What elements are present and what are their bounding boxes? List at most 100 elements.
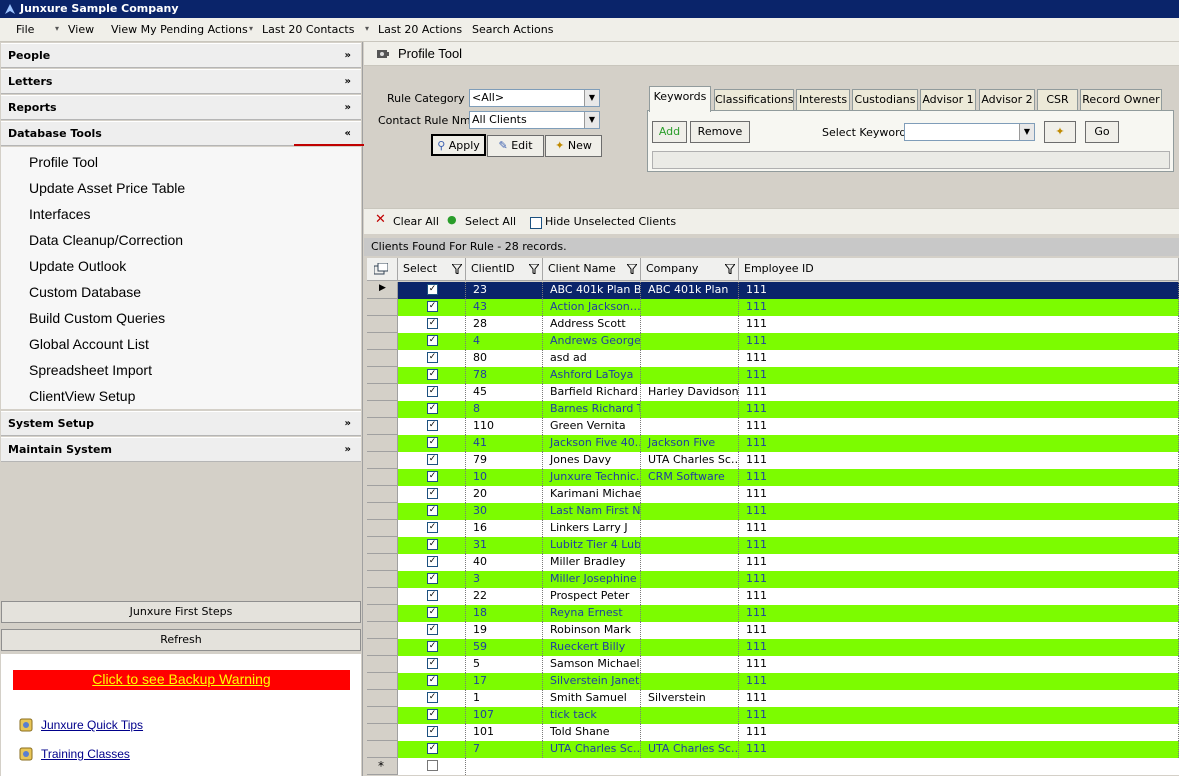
row-header[interactable] <box>367 554 398 571</box>
row-header[interactable] <box>367 724 398 741</box>
select-checkbox[interactable]: ✓ <box>427 522 438 533</box>
new-row[interactable]: * <box>367 758 1179 775</box>
clear-all-button[interactable]: Clear All <box>393 215 439 228</box>
column-chooser[interactable] <box>367 258 398 281</box>
nav-item-data-cleanup[interactable]: Data Cleanup/Correction <box>29 232 183 248</box>
nav-section-reports[interactable]: Reports » <box>1 95 361 120</box>
select-checkbox[interactable]: ✓ <box>427 726 438 737</box>
cell-select[interactable]: ✓ <box>398 656 466 673</box>
rule-category-select[interactable]: <All> ▼ <box>469 89 600 107</box>
row-header[interactable] <box>367 605 398 622</box>
select-checkbox[interactable]: ✓ <box>427 352 438 363</box>
select-checkbox[interactable]: ✓ <box>427 539 438 550</box>
quick-tips-link[interactable]: Junxure Quick Tips <box>41 718 143 732</box>
nav-item-spreadsheet-import[interactable]: Spreadsheet Import <box>29 362 152 378</box>
cell-select[interactable]: ✓ <box>398 503 466 520</box>
cell-select[interactable]: ✓ <box>398 299 466 316</box>
table-row[interactable]: ✓ 19 Robinson Mark 111 <box>367 622 1179 639</box>
row-header[interactable] <box>367 741 398 758</box>
table-row[interactable]: ✓ 31Lubitz Tier 4 Lub… 111 <box>367 537 1179 554</box>
nav-item-global-account-list[interactable]: Global Account List <box>29 336 149 352</box>
backup-warning-link[interactable]: Click to see Backup Warning <box>13 670 350 690</box>
row-header[interactable] <box>367 452 398 469</box>
cell-select[interactable]: ✓ <box>398 435 466 452</box>
table-row[interactable]: ✓ 4 Andrews George 111 <box>367 333 1179 350</box>
select-checkbox[interactable]: ✓ <box>427 743 438 754</box>
first-steps-button[interactable]: Junxure First Steps <box>1 601 361 623</box>
row-header[interactable] <box>367 418 398 435</box>
filter-icon[interactable] <box>529 264 539 274</box>
cell-select[interactable]: ✓ <box>398 418 466 435</box>
select-checkbox[interactable]: ✓ <box>427 369 438 380</box>
select-checkbox[interactable]: ✓ <box>427 403 438 414</box>
refresh-button[interactable]: Refresh <box>1 629 361 651</box>
menu-view[interactable]: View <box>68 23 94 36</box>
row-header[interactable] <box>367 622 398 639</box>
select-checkbox[interactable]: ✓ <box>427 335 438 346</box>
tab-advisor-1[interactable]: Advisor 1 <box>920 89 976 111</box>
new-keyword-button[interactable]: ✦ <box>1044 121 1076 143</box>
column-header-select[interactable]: Select <box>398 258 466 281</box>
remove-button[interactable]: Remove <box>690 121 750 143</box>
table-row[interactable]: ✓ 45 Barfield Richard Harley Davidson 111 <box>367 384 1179 401</box>
table-row[interactable]: ✓ 30Last Nam First N… 111 <box>367 503 1179 520</box>
edit-button[interactable]: ✎ Edit <box>487 135 544 157</box>
cell-select[interactable]: ✓ <box>398 571 466 588</box>
select-checkbox[interactable]: ✓ <box>427 488 438 499</box>
select-checkbox[interactable]: ✓ <box>427 658 438 669</box>
nav-item-update-outlook[interactable]: Update Outlook <box>29 258 126 274</box>
select-all-button[interactable]: Select All <box>465 215 516 228</box>
row-header[interactable] <box>367 656 398 673</box>
training-classes-link[interactable]: Training Classes <box>41 747 130 761</box>
row-header[interactable] <box>367 588 398 605</box>
table-row[interactable]: ✓ 22 Prospect Peter 111 <box>367 588 1179 605</box>
row-header[interactable] <box>367 384 398 401</box>
cell-select[interactable]: ✓ <box>398 384 466 401</box>
cell-select[interactable]: ✓ <box>398 452 466 469</box>
select-checkbox[interactable]: ✓ <box>427 301 438 312</box>
column-header-clientid[interactable]: ClientID <box>466 258 543 281</box>
table-row[interactable]: ✓ 20 Karimani Michael 111 <box>367 486 1179 503</box>
table-row[interactable]: ✓ 107 tick tack 111 <box>367 707 1179 724</box>
menu-last-20-contacts[interactable]: Last 20 Contacts <box>262 23 354 36</box>
row-header[interactable] <box>367 707 398 724</box>
table-row[interactable]: ✓ 59 Rueckert Billy 111 <box>367 639 1179 656</box>
table-row[interactable]: ✓ 7 UTA Charles Sc… UTA Charles Sc… 111 <box>367 741 1179 758</box>
nav-section-people[interactable]: People » <box>1 43 361 68</box>
row-header[interactable] <box>367 299 398 316</box>
apply-button[interactable]: ⚲ Apply <box>431 134 486 156</box>
nav-item-custom-database[interactable]: Custom Database <box>29 284 141 300</box>
select-checkbox[interactable]: ✓ <box>427 607 438 618</box>
nav-item-profile-tool[interactable]: Profile Tool <box>29 154 98 170</box>
row-header[interactable] <box>367 350 398 367</box>
row-header[interactable] <box>367 469 398 486</box>
table-row[interactable]: ✓ 79 Jones Davy UTA Charles Sc… 111 <box>367 452 1179 469</box>
select-checkbox[interactable]: ✓ <box>427 675 438 686</box>
keyword-list[interactable] <box>652 151 1170 169</box>
menu-file[interactable]: File <box>16 23 34 36</box>
row-header[interactable] <box>367 639 398 656</box>
row-header[interactable] <box>367 690 398 707</box>
table-row[interactable]: ✓ 16 Linkers Larry J 111 <box>367 520 1179 537</box>
go-button[interactable]: Go <box>1085 121 1119 143</box>
row-header[interactable] <box>367 316 398 333</box>
filter-icon[interactable] <box>452 264 462 274</box>
table-row[interactable]: ✓ 80 asd ad 111 <box>367 350 1179 367</box>
select-checkbox[interactable]: ✓ <box>427 641 438 652</box>
filter-icon[interactable] <box>725 264 735 274</box>
table-row[interactable]: ✓ 10 Junxure Technic… CRM Software 111 <box>367 469 1179 486</box>
tab-advisor-2[interactable]: Advisor 2 <box>979 89 1035 111</box>
menu-view-pending-actions[interactable]: View My Pending Actions <box>111 23 248 36</box>
dropdown-arrow-icon[interactable]: ▼ <box>584 112 599 128</box>
tab-keywords[interactable]: Keywords <box>649 86 711 112</box>
cell-select[interactable]: ✓ <box>398 690 466 707</box>
select-checkbox[interactable]: ✓ <box>427 437 438 448</box>
menu-search-actions[interactable]: Search Actions <box>472 23 553 36</box>
tab-csr[interactable]: CSR <box>1037 89 1078 111</box>
nav-item-interfaces[interactable]: Interfaces <box>29 206 90 222</box>
cell-select[interactable]: ✓ <box>398 724 466 741</box>
row-header[interactable] <box>367 367 398 384</box>
tab-custodians[interactable]: Custodians <box>852 89 918 111</box>
cell-select[interactable] <box>398 758 466 775</box>
nav-item-build-custom-queries[interactable]: Build Custom Queries <box>29 310 165 326</box>
